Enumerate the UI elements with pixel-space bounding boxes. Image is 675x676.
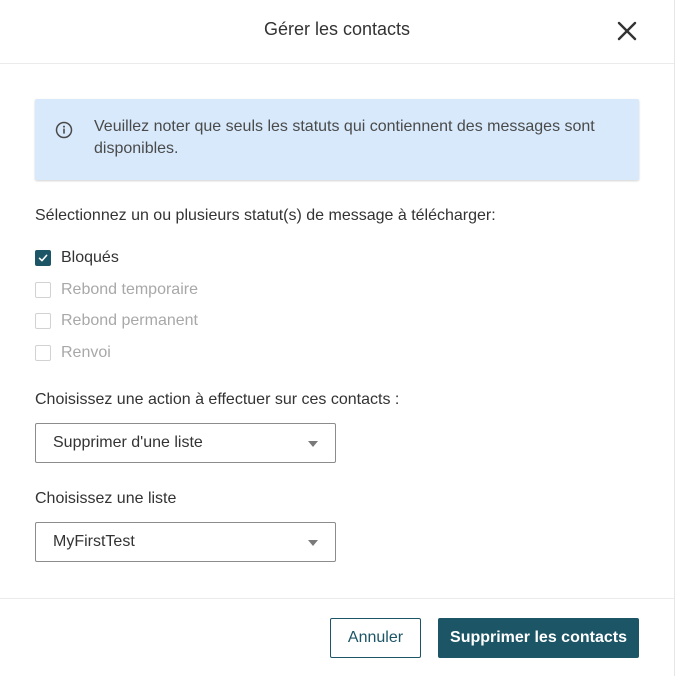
checkbox-checked[interactable]	[35, 250, 51, 266]
checkbox-unchecked-disabled	[35, 282, 51, 298]
list-select-value: MyFirstTest	[53, 533, 135, 550]
list-select[interactable]: MyFirstTest	[35, 522, 336, 562]
status-option-renvoi: Renvoi	[35, 342, 111, 364]
caret-down-icon	[308, 540, 318, 546]
close-icon	[617, 21, 637, 41]
caret-down-icon	[308, 441, 318, 447]
dialog-title: Gérer les contacts	[263, 19, 411, 39]
info-icon	[55, 121, 73, 139]
status-option-label: Renvoi	[61, 344, 111, 361]
close-button[interactable]	[614, 18, 640, 44]
manage-contacts-dialog: Gérer les contacts Veuillez noter que se…	[0, 0, 675, 676]
status-option-bloques[interactable]: Bloqués	[35, 247, 119, 269]
action-section-label: Choisissez une action à effectuer sur ce…	[35, 391, 400, 408]
list-section-label: Choisissez une liste	[35, 490, 177, 507]
status-option-label: Rebond temporaire	[61, 281, 198, 298]
status-option-label: Rebond permanent	[61, 312, 198, 329]
dialog-header: Gérer les contacts	[0, 0, 674, 64]
delete-contacts-button[interactable]: Supprimer les contacts	[438, 618, 639, 658]
cancel-button[interactable]: Annuler	[330, 618, 421, 658]
action-select-value: Supprimer d'une liste	[53, 434, 203, 451]
info-notice: Veuillez noter que seuls les statuts qui…	[35, 99, 639, 180]
action-select[interactable]: Supprimer d'une liste	[35, 423, 336, 463]
info-text: Veuillez noter que seuls les statuts qui…	[94, 118, 595, 157]
status-option-rebond-permanent: Rebond permanent	[35, 310, 198, 332]
dialog-footer: Annuler Supprimer les contacts	[0, 598, 674, 676]
status-section-label: Sélectionnez un ou plusieurs statut(s) d…	[35, 207, 496, 224]
check-icon	[38, 254, 48, 262]
status-option-label: Bloqués	[61, 249, 119, 266]
checkbox-unchecked-disabled	[35, 345, 51, 361]
checkbox-unchecked-disabled	[35, 313, 51, 329]
status-option-rebond-temporaire: Rebond temporaire	[35, 279, 198, 301]
